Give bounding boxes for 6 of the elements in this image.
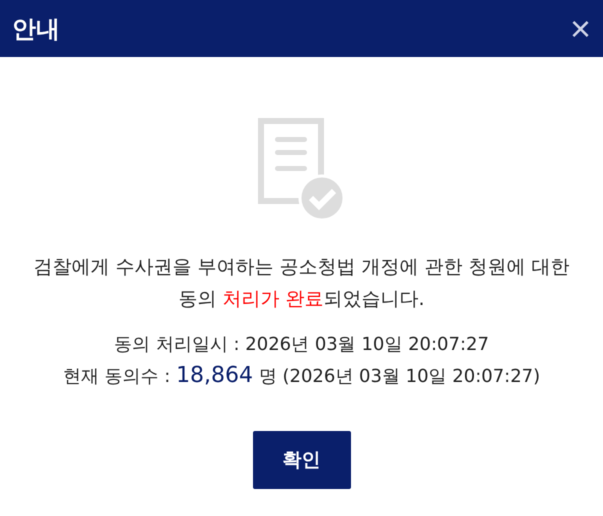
result-message: 검찰에게 수사권을 부여하는 공소청법 개정에 관한 청원에 대한 동의 처리가 완료되었습니다. [32,255,571,312]
processed-time-text: 동의 처리일시 : 2026년 03월 10일 20:07:27 [114,333,489,357]
agreement-count-text: 현재 동의수 : 18,864 명 (2026년 03월 10일 20:07:27) [62,362,540,390]
dialog-title: 안내 [12,14,60,44]
close-button[interactable]: × [566,10,595,46]
confirm-button[interactable]: 확인 [252,431,350,489]
